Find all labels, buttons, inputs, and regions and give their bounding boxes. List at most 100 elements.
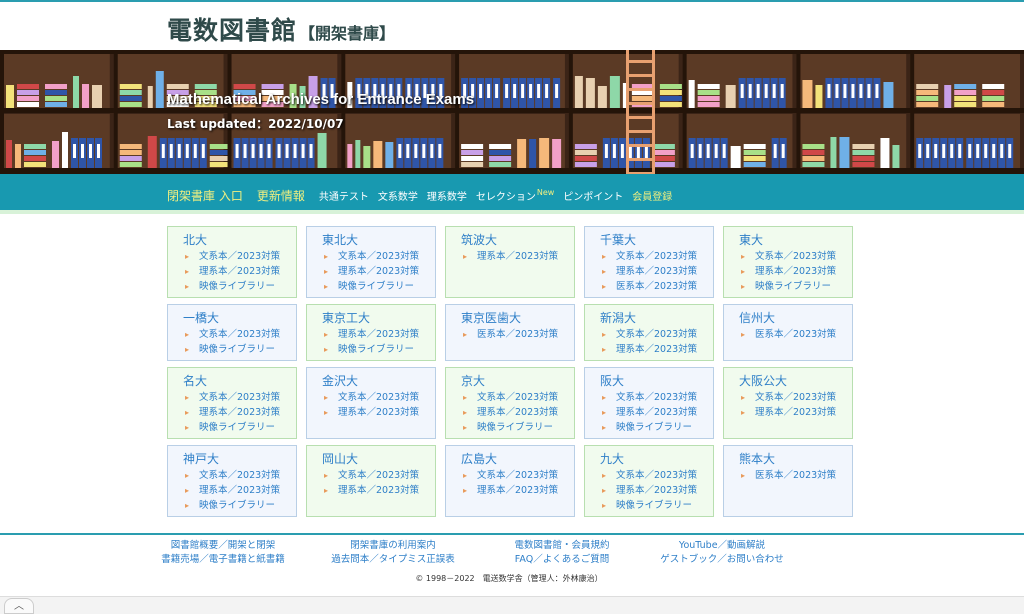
- university-name[interactable]: 千葉大: [600, 232, 713, 248]
- university-name[interactable]: 阪大: [600, 373, 713, 389]
- university-card: 東京医歯大医系本／2023対策: [445, 304, 575, 361]
- university-link[interactable]: 映像ライブラリー: [183, 420, 296, 435]
- university-link[interactable]: 理系本／2023対策: [183, 264, 296, 279]
- site-title[interactable]: 電数図書館 【開架書庫】: [167, 11, 395, 47]
- nav-item-4[interactable]: 理系数学: [427, 188, 467, 203]
- university-link[interactable]: 映像ライブラリー: [322, 342, 435, 357]
- nav-item-label: 理系数学: [426, 192, 467, 203]
- university-link[interactable]: 理系本／2023対策: [183, 483, 296, 498]
- footer-column: 図書館概要／開架と閉架 書籍売場／電子書籍と紙書籍: [143, 539, 303, 567]
- nav-item-3[interactable]: 文系数学: [378, 188, 418, 203]
- university-name[interactable]: 東京工大: [322, 310, 435, 326]
- university-link[interactable]: 映像ライブラリー: [461, 420, 574, 435]
- nav-item-5[interactable]: セレクションNew: [476, 188, 554, 203]
- university-card: 金沢大文系本／2023対策理系本／2023対策: [306, 367, 436, 439]
- university-link[interactable]: 理系本／2023対策: [600, 264, 713, 279]
- university-name[interactable]: 北大: [183, 232, 296, 248]
- university-link[interactable]: 文系本／2023対策: [183, 390, 296, 405]
- university-card: 京大文系本／2023対策理系本／2023対策映像ライブラリー: [445, 367, 575, 439]
- university-link[interactable]: 理系本／2023対策: [461, 405, 574, 420]
- university-link[interactable]: 医系本／2023対策: [600, 279, 713, 294]
- university-name[interactable]: 東京医歯大: [461, 310, 574, 326]
- university-name[interactable]: 東大: [739, 232, 852, 248]
- university-name[interactable]: 金沢大: [322, 373, 435, 389]
- university-name[interactable]: 九大: [600, 451, 713, 467]
- university-name[interactable]: 広島大: [461, 451, 574, 467]
- university-link[interactable]: 文系本／2023対策: [600, 249, 713, 264]
- university-link[interactable]: 文系本／2023対策: [461, 390, 574, 405]
- scroll-top-button[interactable]: ︿: [4, 598, 34, 614]
- university-link[interactable]: 理系本／2023対策: [322, 264, 435, 279]
- university-link[interactable]: 文系本／2023対策: [600, 327, 713, 342]
- university-link[interactable]: 医系本／2023対策: [739, 468, 852, 483]
- university-link[interactable]: 文系本／2023対策: [322, 390, 435, 405]
- university-name[interactable]: 筑波大: [461, 232, 574, 248]
- nav-item-6[interactable]: ピンポイント: [563, 188, 623, 203]
- university-name[interactable]: 神戸大: [183, 451, 296, 467]
- university-link[interactable]: 理系本／2023対策: [600, 483, 713, 498]
- university-name[interactable]: 大阪公大: [739, 373, 852, 389]
- university-card: 名大文系本／2023対策理系本／2023対策映像ライブラリー: [167, 367, 297, 439]
- university-card: 岡山大文系本／2023対策理系本／2023対策: [306, 445, 436, 517]
- university-link[interactable]: 文系本／2023対策: [461, 468, 574, 483]
- university-name[interactable]: 信州大: [739, 310, 852, 326]
- footer-link[interactable]: YouTube／動画解説: [642, 539, 802, 553]
- university-link[interactable]: 文系本／2023対策: [183, 327, 296, 342]
- university-link[interactable]: 理系本／2023対策: [461, 249, 574, 264]
- footer-link[interactable]: 電数図書館・会員規約: [482, 539, 642, 553]
- university-link[interactable]: 理系本／2023対策: [322, 405, 435, 420]
- nav-item-label: 更新情報: [256, 189, 305, 203]
- university-link[interactable]: 文系本／2023対策: [600, 390, 713, 405]
- footer-link[interactable]: 閉架書庫の利用案内: [313, 539, 473, 553]
- university-link[interactable]: 理系本／2023対策: [322, 483, 435, 498]
- footer-link[interactable]: ゲストブック／お問い合わせ: [642, 553, 802, 567]
- university-link[interactable]: 映像ライブラリー: [183, 498, 296, 513]
- university-link[interactable]: 文系本／2023対策: [322, 249, 435, 264]
- university-link[interactable]: 理系本／2023対策: [739, 264, 852, 279]
- university-link[interactable]: 理系本／2023対策: [739, 405, 852, 420]
- university-card: 大阪公大文系本／2023対策理系本／2023対策: [723, 367, 853, 439]
- university-link[interactable]: 文系本／2023対策: [322, 468, 435, 483]
- university-link[interactable]: 理系本／2023対策: [461, 483, 574, 498]
- footer-link[interactable]: 過去問本／タイプミス正誤表: [313, 553, 473, 567]
- university-name[interactable]: 東北大: [322, 232, 435, 248]
- nav-item-2[interactable]: 共通テスト: [319, 188, 369, 203]
- university-name[interactable]: 名大: [183, 373, 296, 389]
- university-link[interactable]: 映像ライブラリー: [600, 420, 713, 435]
- university-link[interactable]: 文系本／2023対策: [183, 249, 296, 264]
- footer-link[interactable]: 図書館概要／開架と閉架: [143, 539, 303, 553]
- site-subtitle: 【開架書庫】: [299, 24, 396, 43]
- university-card: 北大文系本／2023対策理系本／2023対策映像ライブラリー: [167, 226, 297, 298]
- footer-link[interactable]: 書籍売場／電子書籍と紙書籍: [143, 553, 303, 567]
- university-link[interactable]: 映像ライブラリー: [600, 498, 713, 513]
- university-name[interactable]: 新潟大: [600, 310, 713, 326]
- nav-item-0[interactable]: 閉架書庫 入口: [167, 187, 243, 204]
- university-link[interactable]: 映像ライブラリー: [322, 279, 435, 294]
- nav-item-label: 文系数学: [377, 192, 418, 203]
- university-link[interactable]: 医系本／2023対策: [461, 327, 574, 342]
- nav-item-1[interactable]: 更新情報: [257, 187, 305, 204]
- university-link[interactable]: 医系本／2023対策: [739, 327, 852, 342]
- university-link[interactable]: 理系本／2023対策: [322, 327, 435, 342]
- nav-item-7[interactable]: 会員登録: [632, 188, 672, 203]
- university-link[interactable]: 文系本／2023対策: [739, 390, 852, 405]
- university-name[interactable]: 京大: [461, 373, 574, 389]
- university-card: 東京工大理系本／2023対策映像ライブラリー: [306, 304, 436, 361]
- university-link[interactable]: 文系本／2023対策: [183, 468, 296, 483]
- university-card: 一橋大文系本／2023対策映像ライブラリー: [167, 304, 297, 361]
- university-link[interactable]: 理系本／2023対策: [600, 405, 713, 420]
- university-link[interactable]: 理系本／2023対策: [600, 342, 713, 357]
- university-link[interactable]: 映像ライブラリー: [183, 342, 296, 357]
- nav-item-label: 会員登録: [632, 192, 673, 203]
- university-link[interactable]: 映像ライブラリー: [183, 279, 296, 294]
- university-link[interactable]: 文系本／2023対策: [600, 468, 713, 483]
- university-name[interactable]: 岡山大: [322, 451, 435, 467]
- university-name[interactable]: 熊本大: [739, 451, 852, 467]
- footer-link[interactable]: FAQ／よくあるご質問: [482, 553, 642, 567]
- university-card: 東北大文系本／2023対策理系本／2023対策映像ライブラリー: [306, 226, 436, 298]
- new-badge: New: [536, 188, 555, 197]
- university-link[interactable]: 文系本／2023対策: [739, 249, 852, 264]
- university-link[interactable]: 映像ライブラリー: [739, 279, 852, 294]
- university-name[interactable]: 一橋大: [183, 310, 296, 326]
- university-link[interactable]: 理系本／2023対策: [183, 405, 296, 420]
